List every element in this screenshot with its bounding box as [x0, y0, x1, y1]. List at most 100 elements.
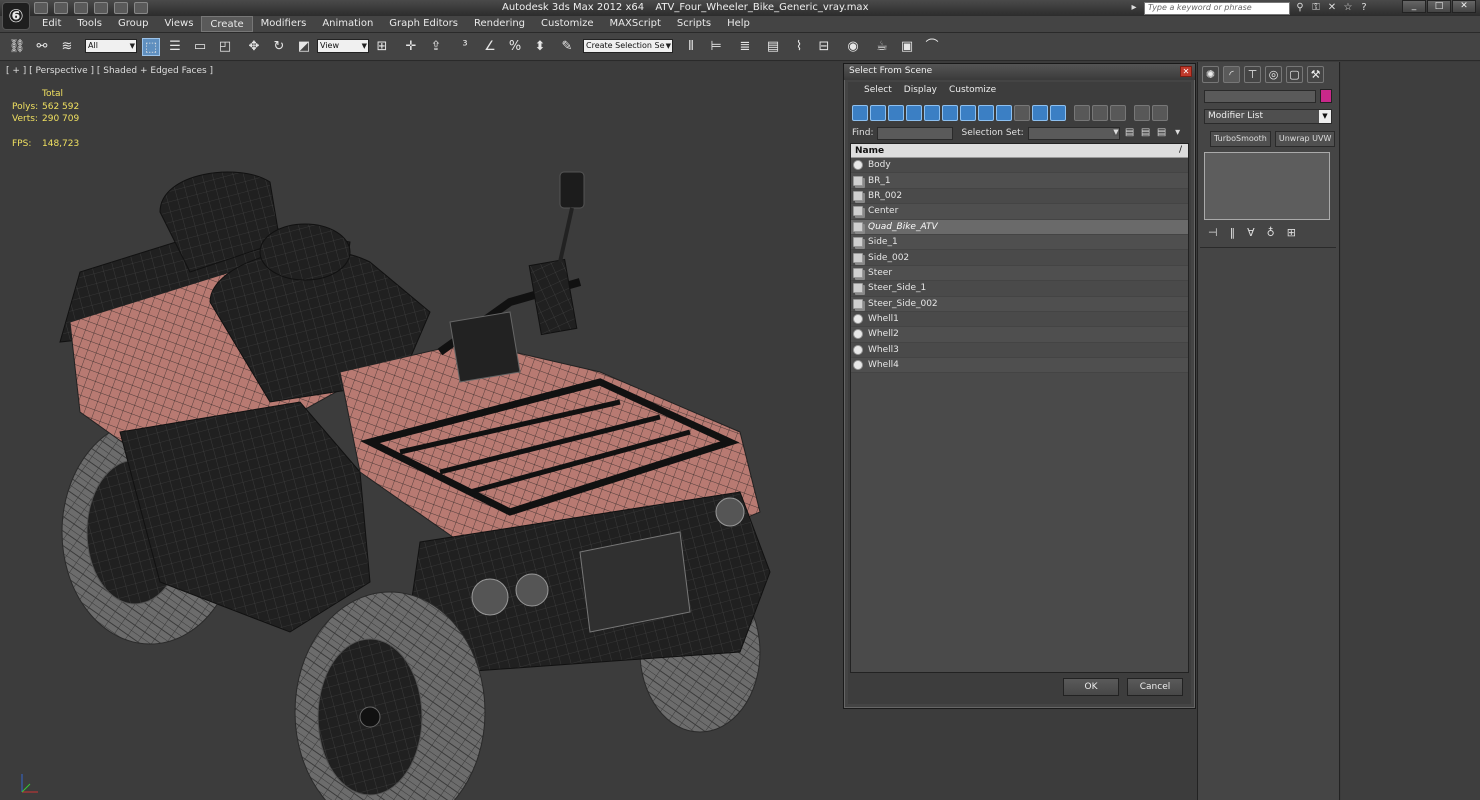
dialog-menu-display[interactable]: Display: [898, 82, 943, 100]
menu-maxscript[interactable]: MAXScript: [602, 16, 669, 32]
menu-customize[interactable]: Customize: [533, 16, 602, 32]
select-all-icon[interactable]: ▤: [1124, 127, 1136, 139]
display-none-icon[interactable]: [1092, 105, 1108, 121]
edit-named-selection-icon[interactable]: ✎: [558, 38, 576, 56]
window-crossing-icon[interactable]: ◰: [216, 38, 234, 56]
dialog-title-bar[interactable]: Select From Scene ✕: [844, 64, 1195, 80]
viewport-label[interactable]: [ + ] [ Perspective ] [ Shaded + Edged F…: [6, 66, 213, 76]
list-item[interactable]: Whell4: [851, 358, 1188, 374]
list-item[interactable]: BR_002: [851, 189, 1188, 205]
display-helpers-icon[interactable]: [924, 105, 940, 121]
align-icon[interactable]: ⊨: [707, 38, 725, 56]
dialog-menu-customize[interactable]: Customize: [943, 82, 1002, 100]
reference-coordinate-dropdown[interactable]: View: [317, 39, 369, 53]
snaps-toggle-icon[interactable]: ³: [456, 38, 474, 56]
menu-help[interactable]: Help: [719, 16, 758, 32]
menu-scripts[interactable]: Scripts: [669, 16, 719, 32]
dialog-close-button[interactable]: ✕: [1180, 66, 1192, 77]
application-button[interactable]: ⑥: [2, 2, 30, 30]
select-manipulate-icon[interactable]: ✛: [402, 38, 420, 56]
expand-icon[interactable]: ▸: [1128, 2, 1140, 14]
curve-editor-icon[interactable]: ⌇: [790, 38, 808, 56]
mirror-icon[interactable]: ⫴: [682, 38, 700, 56]
object-color-swatch[interactable]: [1320, 89, 1332, 103]
motion-tab-icon[interactable]: ◎: [1265, 66, 1282, 83]
list-item[interactable]: Body: [851, 158, 1188, 174]
link-icon[interactable]: ⛓: [8, 38, 26, 56]
make-unique-icon[interactable]: ∀: [1247, 226, 1255, 239]
remove-modifier-icon[interactable]: ♁: [1267, 226, 1275, 239]
list-item[interactable]: Whell2: [851, 327, 1188, 343]
menu-create[interactable]: Create: [201, 16, 253, 32]
filter-options-icon[interactable]: [1152, 105, 1168, 121]
list-item[interactable]: Whell1: [851, 312, 1188, 328]
create-tab-icon[interactable]: ✺: [1202, 66, 1219, 83]
schematic-view-icon[interactable]: ⊟: [815, 38, 833, 56]
close-button[interactable]: ✕: [1452, 0, 1476, 13]
help-icon[interactable]: ?: [1358, 2, 1370, 14]
display-hidden-icon[interactable]: [1050, 105, 1066, 121]
layer-manager-icon[interactable]: ≣: [736, 38, 754, 56]
menu-graph-editors[interactable]: Graph Editors: [381, 16, 466, 32]
display-lights-icon[interactable]: [888, 105, 904, 121]
unlink-icon[interactable]: ⚯: [33, 38, 51, 56]
select-by-name-icon[interactable]: ☰: [166, 38, 184, 56]
keyboard-shortcut-icon[interactable]: ⇪: [427, 38, 445, 56]
rendered-frame-icon[interactable]: ▣: [898, 38, 916, 56]
list-item[interactable]: BR_1: [851, 173, 1188, 189]
display-space-warps-icon[interactable]: [942, 105, 958, 121]
display-cameras-icon[interactable]: [906, 105, 922, 121]
utilities-tab-icon[interactable]: ⚒: [1307, 66, 1324, 83]
maximize-button[interactable]: □: [1427, 0, 1451, 13]
list-item[interactable]: Steer: [851, 265, 1188, 282]
exchange-icon[interactable]: ✕: [1326, 2, 1338, 14]
selection-filter-dropdown[interactable]: All: [85, 39, 137, 53]
move-icon[interactable]: ✥: [245, 38, 263, 56]
bind-space-warp-icon[interactable]: ≋: [58, 38, 76, 56]
select-object-icon[interactable]: ⬚: [142, 38, 160, 56]
cancel-button[interactable]: Cancel: [1127, 678, 1183, 696]
display-frozen-icon[interactable]: [1032, 105, 1048, 121]
hierarchy-tab-icon[interactable]: ⊤: [1244, 66, 1261, 83]
display-containers-icon[interactable]: [1014, 105, 1030, 121]
rectangular-selection-icon[interactable]: ▭: [191, 38, 209, 56]
list-item[interactable]: Whell3: [851, 343, 1188, 359]
select-none-icon[interactable]: ▤: [1140, 127, 1152, 139]
turbosmooth-button[interactable]: TurboSmooth: [1210, 131, 1271, 147]
display-shapes-icon[interactable]: [870, 105, 886, 121]
rotate-icon[interactable]: ↻: [270, 38, 288, 56]
named-selection-dropdown[interactable]: Create Selection Se: [583, 39, 673, 53]
project-folder-icon[interactable]: [134, 2, 148, 14]
save-file-icon[interactable]: [74, 2, 88, 14]
menu-rendering[interactable]: Rendering: [466, 16, 533, 32]
filter-icon[interactable]: [1134, 105, 1150, 121]
object-name-field[interactable]: [1204, 90, 1316, 103]
material-editor-icon[interactable]: ◉: [844, 38, 862, 56]
new-file-icon[interactable]: [34, 2, 48, 14]
display-groups-icon[interactable]: [960, 105, 976, 121]
selection-set-dropdown[interactable]: [1027, 126, 1120, 140]
star-icon[interactable]: ☆: [1342, 2, 1354, 14]
show-end-result-icon[interactable]: ‖: [1230, 226, 1236, 239]
list-item[interactable]: Side_1: [851, 234, 1188, 251]
open-file-icon[interactable]: [54, 2, 68, 14]
dialog-menu-select[interactable]: Select: [858, 82, 898, 100]
key-icon[interactable]: ⚿: [1310, 2, 1322, 14]
display-bones-icon[interactable]: [996, 105, 1012, 121]
display-tab-icon[interactable]: ▢: [1286, 66, 1303, 83]
display-invert-icon[interactable]: [1110, 105, 1126, 121]
modifier-stack[interactable]: [1204, 152, 1330, 220]
search-input[interactable]: Type a keyword or phrase: [1144, 1, 1290, 15]
display-geometry-icon[interactable]: [852, 105, 868, 121]
list-item[interactable]: Center: [851, 204, 1188, 220]
pin-stack-icon[interactable]: ⊣: [1208, 226, 1218, 239]
list-item[interactable]: Quad_Bike_ATV: [851, 219, 1188, 235]
unwrap-uvw-button[interactable]: Unwrap UVW: [1274, 131, 1336, 147]
ok-button[interactable]: OK: [1063, 678, 1119, 696]
render-setup-icon[interactable]: ☕: [873, 38, 891, 56]
display-xrefs-icon[interactable]: [978, 105, 994, 121]
display-all-icon[interactable]: [1074, 105, 1090, 121]
scale-icon[interactable]: ◩: [295, 38, 313, 56]
modify-tab-icon[interactable]: ◜: [1223, 66, 1240, 83]
render-teapot-icon[interactable]: ⌒: [923, 38, 941, 56]
